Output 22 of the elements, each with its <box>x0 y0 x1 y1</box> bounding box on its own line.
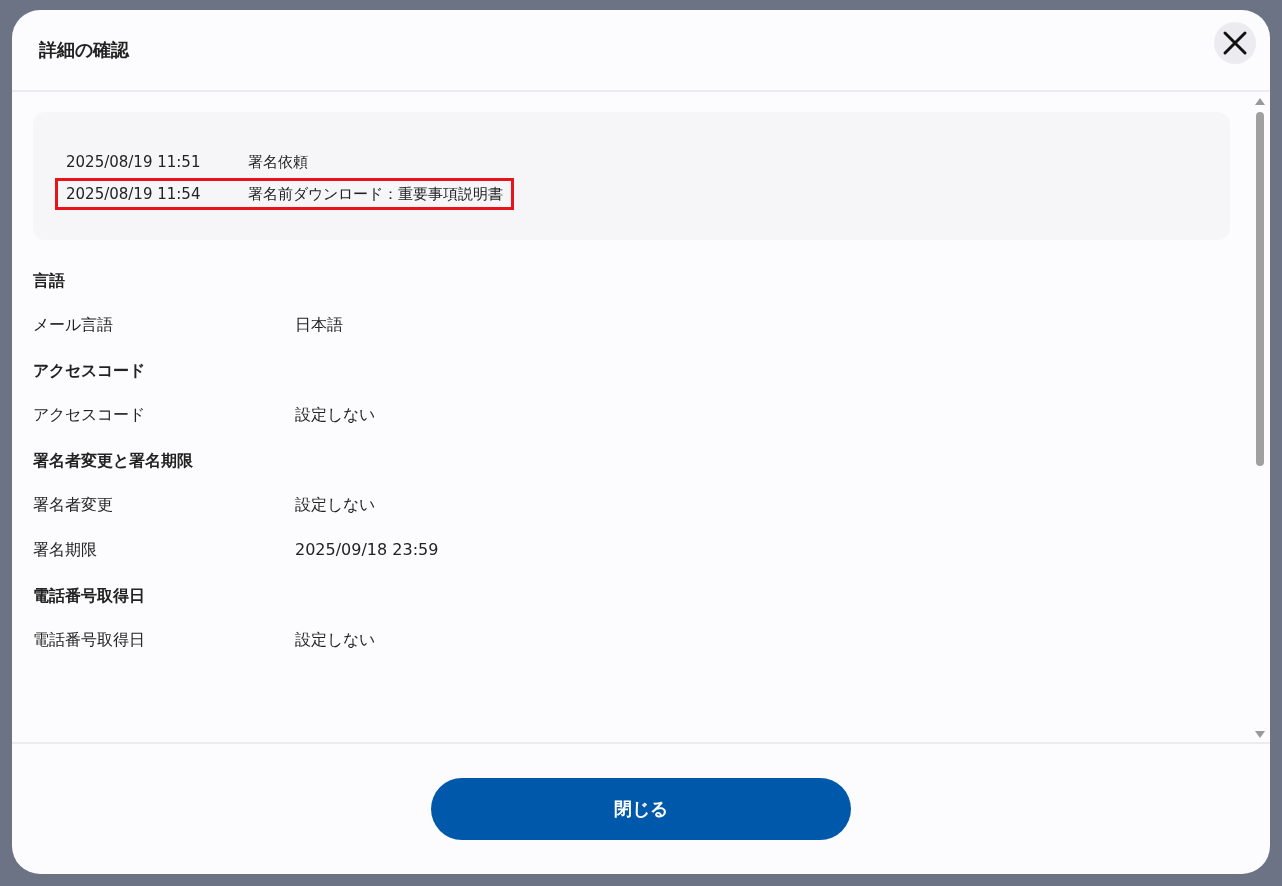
dialog-title: 詳細の確認 <box>39 38 129 62</box>
history-time: 2025/08/19 11:54 <box>66 184 202 205</box>
field-label: 署名期限 <box>33 539 98 561</box>
field-value: 設定しない <box>295 404 375 426</box>
field-value: 設定しない <box>295 629 375 651</box>
close-dialog-button[interactable]: 閉じる <box>431 778 851 840</box>
field-value: 日本語 <box>295 314 343 336</box>
field-label: アクセスコード <box>33 404 146 426</box>
field-label: メール言語 <box>33 314 114 336</box>
section-heading: アクセスコード <box>33 360 146 382</box>
section-heading: 言語 <box>33 270 66 292</box>
history-time: 2025/08/19 11:51 <box>66 152 202 173</box>
close-icon <box>1222 30 1248 56</box>
field-value: 2025/09/18 23:59 <box>295 539 439 561</box>
field-value: 設定しない <box>295 494 375 516</box>
field-label: 署名者変更 <box>33 494 114 516</box>
history-event: 署名前ダウンロード：重要事項説明書 <box>248 184 503 205</box>
close-button[interactable] <box>1214 22 1256 64</box>
history-event: 署名依頼 <box>248 152 308 173</box>
section-heading: 電話番号取得日 <box>33 585 146 607</box>
field-label: 電話番号取得日 <box>33 629 146 651</box>
section-heading: 署名者変更と署名期限 <box>33 450 194 472</box>
